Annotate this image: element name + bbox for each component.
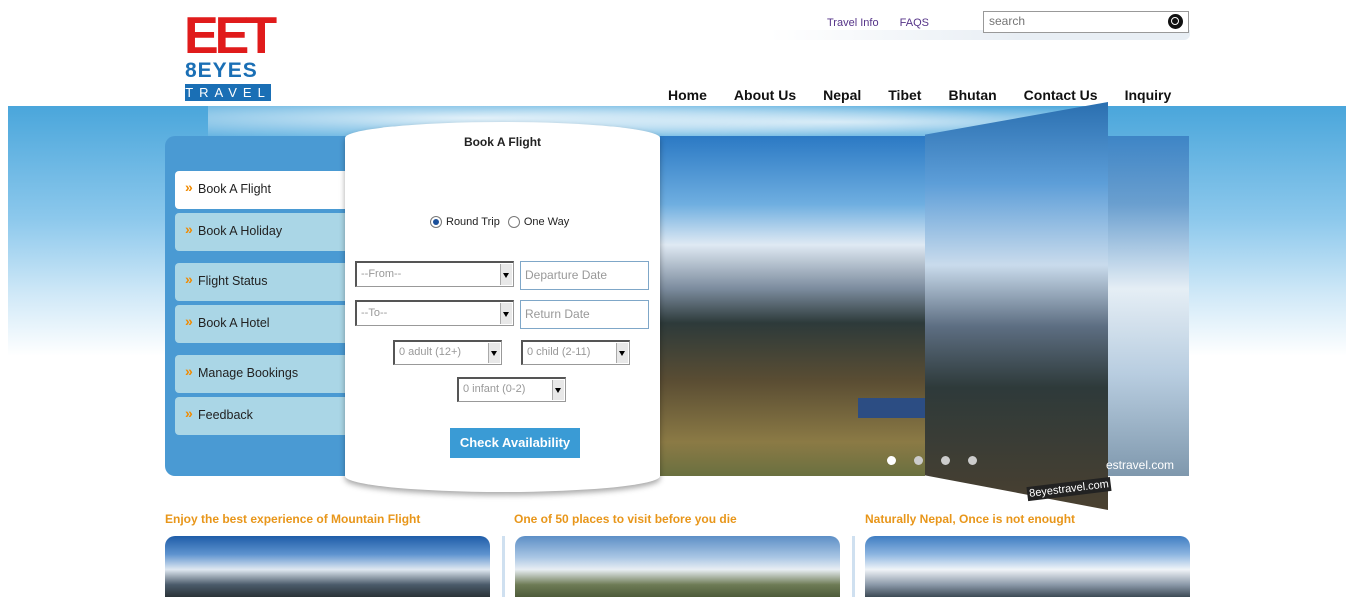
chevron-right-icon: » (185, 179, 193, 195)
feature-title-places-to-visit[interactable]: One of 50 places to visit before you die (514, 512, 737, 526)
side-menu-label: Book A Holiday (198, 224, 283, 238)
chevron-right-icon: » (185, 363, 193, 379)
feature-divider (502, 536, 505, 597)
side-menu-book-hotel[interactable]: » Book A Hotel (175, 305, 345, 343)
side-menu-label: Book A Hotel (198, 316, 270, 330)
children-select-value: 0 child (2-11) (527, 346, 591, 358)
feature-image-mountain-flight[interactable] (165, 536, 490, 597)
side-menu-panel: » Book A Flight » Book A Holiday » Fligh… (165, 136, 365, 476)
slider-image-fold (925, 102, 1108, 510)
one-way-label: One Way (523, 216, 570, 228)
faqs-link[interactable]: FAQS (900, 17, 929, 29)
nav-home[interactable]: Home (668, 86, 707, 106)
feature-image-naturally-nepal[interactable] (865, 536, 1190, 597)
infants-select[interactable]: 0 infant (0-2) (457, 377, 566, 402)
nav-nepal[interactable]: Nepal (823, 86, 861, 106)
search-input[interactable] (984, 12, 1159, 30)
travel-info-link[interactable]: Travel Info (827, 17, 879, 29)
feature-image-places-to-visit[interactable] (515, 536, 840, 597)
logo-sub-text: 8EYES (185, 59, 258, 82)
feature-divider (852, 536, 855, 597)
chevron-right-icon: » (185, 405, 193, 421)
chevron-right-icon: » (185, 313, 193, 329)
adults-select[interactable]: 0 adult (12+) (393, 340, 502, 365)
side-menu-book-flight[interactable]: » Book A Flight (175, 171, 345, 209)
side-menu-label: Book A Flight (198, 182, 271, 196)
chevron-down-icon (500, 303, 512, 324)
side-menu-flight-status[interactable]: » Flight Status (175, 263, 345, 301)
return-date-placeholder: Return Date (525, 307, 590, 321)
chevron-down-icon (616, 343, 628, 363)
nav-about-us[interactable]: About Us (734, 86, 796, 106)
departure-date-placeholder: Departure Date (525, 268, 608, 282)
logo-main-text: EET (184, 7, 277, 65)
to-select-value: --To-- (361, 307, 388, 319)
round-trip-radio[interactable] (430, 216, 442, 228)
logo-travel-text: TRAVEL (185, 84, 271, 101)
top-links: Travel Info FAQS (827, 17, 947, 29)
side-menu-label: Feedback (198, 408, 253, 422)
feature-title-mountain-flight[interactable]: Enjoy the best experience of Mountain Fl… (165, 512, 420, 526)
from-select-value: --From-- (361, 268, 402, 280)
chevron-right-icon: » (185, 271, 193, 287)
nav-contact-us[interactable]: Contact Us (1024, 86, 1098, 106)
to-select[interactable]: --To-- (355, 300, 514, 326)
chevron-down-icon (500, 264, 512, 285)
slider-dot[interactable] (914, 456, 923, 465)
side-menu-manage-bookings[interactable]: » Manage Bookings (175, 355, 345, 393)
search-box (983, 11, 1189, 33)
side-menu-book-holiday[interactable]: » Book A Holiday (175, 213, 345, 251)
search-icon[interactable] (1168, 14, 1183, 29)
side-menu-label: Flight Status (198, 274, 268, 288)
feature-title-naturally-nepal[interactable]: Naturally Nepal, Once is not enought (865, 512, 1075, 526)
slider-image-main (660, 136, 925, 476)
chevron-down-icon (552, 380, 564, 400)
nav-inquiry[interactable]: Inquiry (1125, 86, 1172, 106)
side-menu-feedback[interactable]: » Feedback (175, 397, 345, 435)
slider-dots (887, 456, 995, 465)
slider-dot[interactable] (887, 456, 896, 465)
round-trip-label: Round Trip (446, 216, 500, 228)
one-way-radio[interactable] (507, 216, 520, 228)
site-logo[interactable]: EET 8EYES TRAVEL (184, 7, 277, 102)
side-menu-label: Manage Bookings (198, 366, 299, 380)
slider-image-next: estravel.com (1106, 136, 1189, 476)
slider-watermark-right: estravel.com (1106, 458, 1175, 472)
booking-title: Book A Flight (463, 135, 542, 149)
slider-dot[interactable] (941, 456, 950, 465)
adults-select-value: 0 adult (12+) (399, 346, 462, 358)
departure-date-field[interactable]: Departure Date (520, 261, 649, 290)
chevron-right-icon: » (185, 221, 193, 237)
slider-dot[interactable] (968, 456, 977, 465)
from-select[interactable]: --From-- (355, 261, 514, 287)
chevron-down-icon (488, 343, 500, 363)
trip-type-radios: Round Trip One Way (430, 216, 569, 228)
nav-tibet[interactable]: Tibet (888, 86, 921, 106)
infants-select-value: 0 infant (0-2) (463, 383, 526, 395)
main-nav: Home About Us Nepal Tibet Bhutan Contact… (668, 86, 1171, 106)
check-availability-button[interactable]: Check Availability (450, 428, 580, 458)
return-date-field[interactable]: Return Date (520, 300, 649, 329)
children-select[interactable]: 0 child (2-11) (521, 340, 630, 365)
nav-bhutan[interactable]: Bhutan (948, 86, 996, 106)
flight-booking-form: Book A Flight Round Trip One Way --From-… (345, 122, 660, 492)
